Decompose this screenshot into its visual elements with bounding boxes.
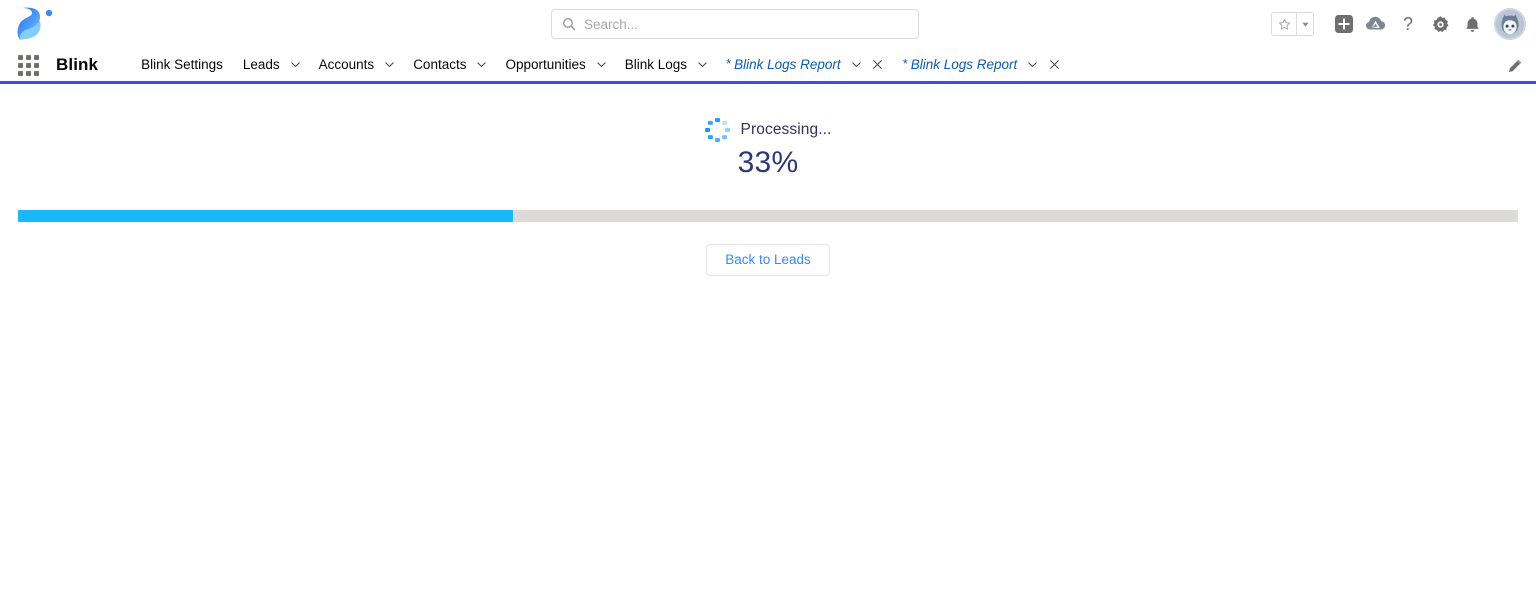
chevron-down-icon[interactable] — [290, 59, 301, 70]
chevron-down-icon[interactable] — [1027, 59, 1038, 70]
nav-item-leads[interactable]: Leads — [234, 48, 310, 81]
progress-percent-label: 33% — [737, 146, 799, 179]
chevron-down-icon[interactable] — [851, 59, 862, 70]
progress-bar — [18, 210, 1518, 222]
app-nav-bar: Blink Blink Settings Leads Accounts Cont… — [0, 48, 1536, 84]
nav-item-accounts[interactable]: Accounts — [310, 48, 405, 81]
nav-item-label: Blink Logs Report — [910, 57, 1018, 72]
nav-item-label: Accounts — [318, 57, 375, 72]
chevron-down-icon[interactable] — [384, 59, 395, 70]
main-content: Processing... 33% Back to Leads — [0, 84, 1536, 610]
processing-status: Processing... — [0, 117, 1536, 143]
back-to-leads-button[interactable]: Back to Leads — [706, 244, 830, 276]
close-x-icon[interactable] — [1047, 58, 1061, 72]
chevron-down-icon[interactable] — [697, 59, 708, 70]
search-icon — [562, 17, 576, 31]
close-x-icon[interactable] — [871, 58, 885, 72]
app-launcher-waffle-icon[interactable] — [18, 54, 46, 76]
plus-square-icon[interactable] — [1328, 8, 1360, 40]
header-actions: ? — [1271, 0, 1526, 48]
search-input[interactable] — [584, 16, 908, 32]
unsaved-marker: * — [902, 56, 908, 71]
nav-item-opportunities[interactable]: Opportunities — [496, 48, 615, 81]
nav-item-label: Contacts — [413, 57, 467, 72]
nav-item-label: Blink Logs Report — [734, 57, 841, 72]
nav-item-contacts[interactable]: Contacts — [404, 48, 496, 81]
nav-item-blink-logs-report-2[interactable]: * Blink Logs Report — [894, 48, 1071, 81]
global-header: ? — [0, 0, 1536, 48]
nav-item-blink-logs-report-1[interactable]: * Blink Logs Report — [717, 48, 894, 81]
star-outline-icon[interactable] — [1272, 13, 1296, 35]
chevron-down-icon[interactable] — [476, 59, 487, 70]
user-avatar-icon[interactable] — [1494, 8, 1526, 40]
cloud-mountain-icon[interactable] — [1360, 8, 1392, 40]
gear-icon[interactable] — [1424, 8, 1456, 40]
nav-item-label: Leads — [242, 57, 280, 72]
global-search[interactable] — [551, 9, 919, 39]
search-box[interactable] — [551, 9, 919, 39]
pencil-edit-icon[interactable] — [1506, 57, 1524, 75]
unsaved-marker: * — [726, 56, 732, 71]
processing-label: Processing... — [740, 121, 832, 138]
app-name-label: Blink — [56, 54, 99, 74]
progress-bar-fill — [18, 210, 513, 222]
nav-item-label: Opportunities — [505, 57, 586, 72]
nav-items: Blink Settings Leads Accounts Contacts O… — [132, 48, 1070, 81]
chevron-down-icon[interactable] — [596, 59, 607, 70]
nav-item-blink-settings[interactable]: Blink Settings — [132, 48, 234, 81]
favorites-group[interactable] — [1271, 12, 1314, 36]
back-button-wrapper: Back to Leads — [0, 244, 1536, 276]
nav-item-label: Blink Settings — [141, 57, 223, 72]
bell-icon[interactable] — [1456, 8, 1488, 40]
blink-logo-icon[interactable] — [14, 4, 58, 44]
chevron-down-icon[interactable] — [1296, 13, 1313, 35]
question-mark-icon[interactable]: ? — [1392, 8, 1424, 40]
nav-item-blink-logs[interactable]: Blink Logs — [616, 48, 717, 81]
svg-text:?: ? — [1403, 14, 1413, 34]
loading-spinner-icon — [705, 117, 731, 143]
nav-item-label: Blink Logs — [624, 57, 688, 72]
